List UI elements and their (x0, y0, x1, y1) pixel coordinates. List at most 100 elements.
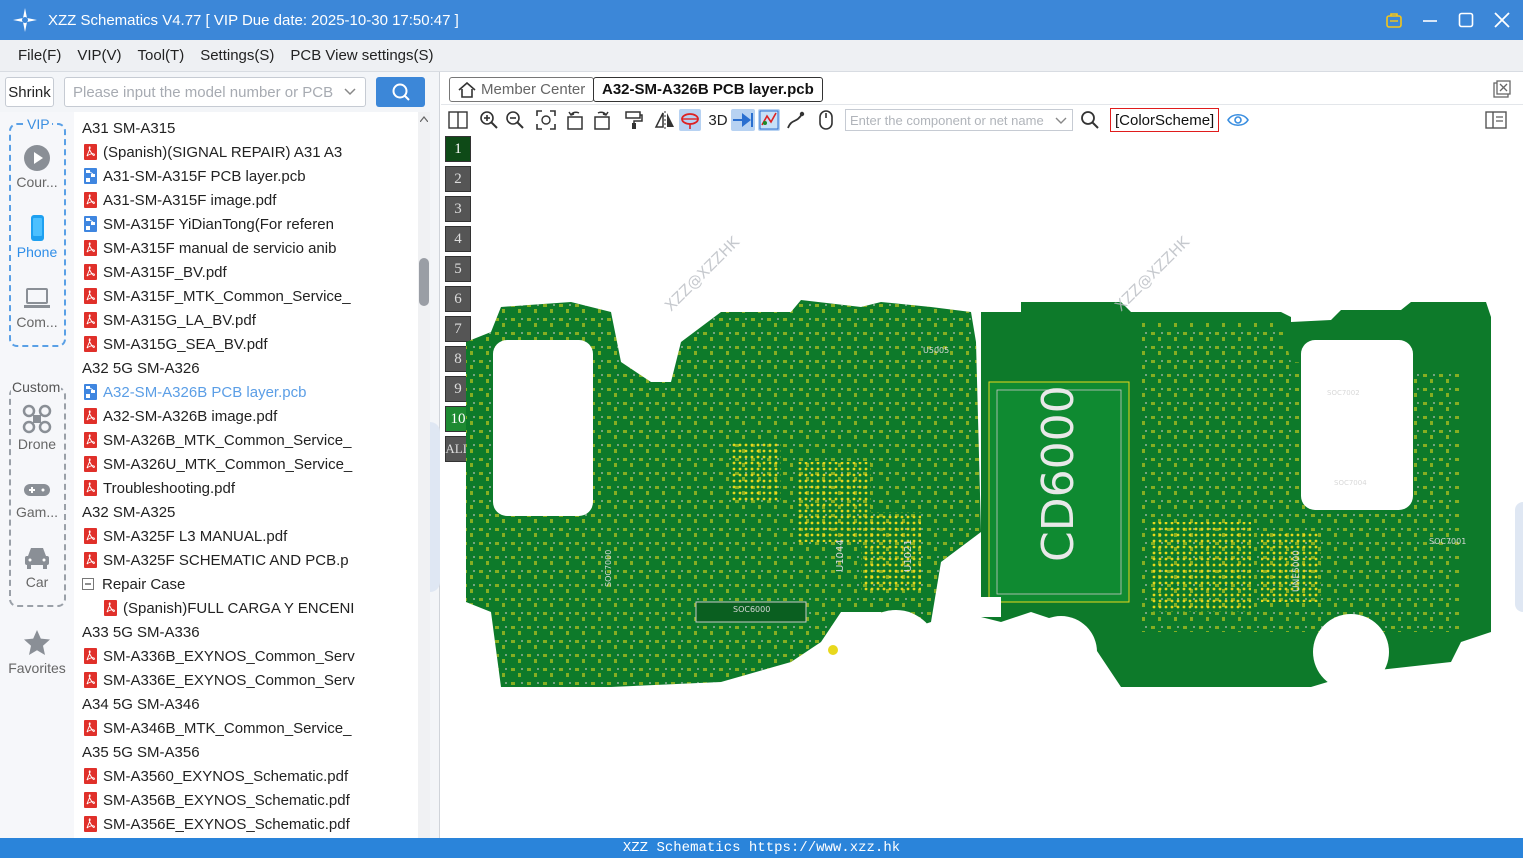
pdf-file-icon (84, 432, 97, 448)
pcb-shield-label: CD6000 (1033, 385, 1084, 562)
collapse-toggle-icon[interactable] (82, 578, 94, 590)
tree-file[interactable]: SM-A346B_MTK_Common_Service_ (84, 716, 418, 740)
panel-collapse-handle[interactable] (430, 422, 440, 592)
zoom-out-icon[interactable] (504, 109, 526, 131)
split-view-icon[interactable] (447, 109, 469, 131)
gamepad-icon (24, 484, 50, 496)
tree-item-label: (Spanish)(SIGNAL REPAIR) A31 A3 (103, 143, 343, 161)
rotate-right-icon[interactable] (591, 109, 613, 131)
tree-file[interactable]: SM-A326B_MTK_Common_Service_ (84, 428, 418, 452)
vip-bag-icon[interactable] (1383, 9, 1405, 31)
shrink-button[interactable]: Shrink (5, 77, 54, 107)
nav-car[interactable]: Car (0, 544, 74, 590)
net-highlight-icon[interactable] (758, 109, 780, 131)
pcb-board-canvas[interactable]: CD6000 SOC7000 SOC6000 U1021 U1044 SOC70… (461, 232, 1501, 702)
tree-item-label: A32 SM-A325 (82, 503, 176, 521)
pdf-file-icon (84, 408, 97, 424)
tree-file[interactable]: A32-SM-A326B PCB layer.pcb (84, 380, 418, 404)
tree-file[interactable]: SM-A315F manual de servicio anib (84, 236, 418, 260)
file-tree: A31 SM-A315 (Spanish)(SIGNAL REPAIR) A31 … (74, 112, 418, 838)
nav-computer[interactable]: Com... (0, 284, 74, 330)
chevron-down-icon[interactable] (343, 84, 357, 98)
menu-settings[interactable]: Settings(S) (192, 47, 282, 64)
tree-item-label: Troubleshooting.pdf (103, 479, 236, 497)
tree-folder[interactable]: A34 5G SM-A346 (74, 692, 402, 716)
menu-file[interactable]: File(F) (10, 47, 69, 64)
tree-file[interactable]: SM-A315F YiDianTong(For referen (84, 212, 418, 236)
tree-file[interactable]: A32-SM-A326B image.pdf (84, 404, 418, 428)
close-button[interactable] (1491, 9, 1513, 31)
tree-file[interactable]: A31-SM-A315F PCB layer.pcb (84, 164, 418, 188)
menu-vip[interactable]: VIP(V) (69, 47, 129, 64)
nav-phone[interactable]: Phone (0, 214, 74, 260)
status-bar: XZZ Schematics https://www.xzz.hk (0, 838, 1523, 858)
pdf-file-icon (84, 240, 97, 256)
nav-courses[interactable]: Cour... (0, 144, 74, 190)
color-scheme-button[interactable]: [ColorScheme] (1110, 108, 1220, 132)
close-all-tabs-icon[interactable] (1493, 80, 1511, 98)
tree-file[interactable]: SM-A336B_EXYNOS_Common_Serv (84, 644, 418, 668)
pdf-file-icon (84, 456, 97, 472)
layer-button-2[interactable]: 2 (445, 166, 471, 192)
phone-icon (31, 215, 44, 241)
menu-pcb-view-settings[interactable]: PCB View settings(S) (282, 47, 441, 64)
tree-file[interactable]: SM-A315F_BV.pdf (84, 260, 418, 284)
tree-file[interactable]: A31-SM-A315F image.pdf (84, 188, 418, 212)
paint-brush-icon[interactable] (623, 109, 645, 131)
tree-file[interactable]: SM-A315G_LA_BV.pdf (84, 308, 418, 332)
zoom-in-icon[interactable] (478, 109, 500, 131)
tree-file[interactable]: SM-A325F SCHEMATIC AND PCB.p (84, 548, 418, 572)
model-search-input[interactable]: Please input the model number or PCB (64, 77, 366, 107)
nav-drone[interactable]: Drone (0, 404, 74, 452)
nav-favorites[interactable]: Favorites (0, 628, 74, 676)
scroll-up-icon[interactable] (420, 116, 428, 122)
tree-folder[interactable]: A32 5G SM-A326 (74, 356, 402, 380)
search-button[interactable] (376, 77, 425, 107)
mirror-icon[interactable] (654, 109, 676, 131)
toggle-3d-button[interactable]: 3D (705, 109, 731, 131)
trace-icon[interactable] (785, 109, 807, 131)
minimize-button[interactable] (1419, 9, 1441, 31)
tree-file[interactable]: SM-A356E_EXYNOS_Schematic.pdf (84, 812, 418, 836)
tree-file[interactable]: SM-A315G_SEA_BV.pdf (84, 332, 418, 356)
right-panel-handle[interactable] (1515, 502, 1523, 612)
side-panel-toggle-icon[interactable] (1485, 109, 1507, 131)
pdf-file-icon (84, 648, 97, 664)
probe-icon[interactable] (679, 109, 701, 131)
chevron-down-icon[interactable] (1054, 113, 1068, 127)
tree-folder[interactable]: Repair Case (82, 572, 418, 596)
arrow-highlight-icon[interactable] (731, 109, 755, 131)
fit-view-icon[interactable] (535, 109, 557, 131)
layer-button-1[interactable]: 1 (445, 136, 471, 162)
tree-scrollbar[interactable] (418, 112, 430, 838)
tree-file[interactable]: SM-A3560_EXYNOS_Schematic.pdf (84, 764, 418, 788)
tree-file[interactable]: Troubleshooting.pdf (84, 476, 418, 500)
layer-button-3[interactable]: 3 (445, 196, 471, 222)
eye-icon[interactable] (1227, 109, 1249, 131)
laptop-icon (24, 288, 50, 308)
tree-file[interactable]: (Spanish)(SIGNAL REPAIR) A31 A3 (84, 140, 418, 164)
tree-file[interactable]: (Spanish)FULL CARGA Y ENCENI (104, 596, 418, 620)
tree-folder[interactable]: A32 SM-A325 (74, 500, 402, 524)
tab-member-center[interactable]: Member Center (449, 77, 595, 102)
pdf-file-icon (84, 264, 97, 280)
component-search-input[interactable]: Enter the component or net name (845, 109, 1073, 131)
tree-file[interactable]: SM-A356B_EXYNOS_Schematic.pdf (84, 788, 418, 812)
scroll-thumb[interactable] (419, 258, 429, 306)
menu-tool[interactable]: Tool(T) (130, 47, 193, 64)
mouse-icon[interactable] (815, 109, 837, 131)
tree-file[interactable]: SM-A326U_MTK_Common_Service_ (84, 452, 418, 476)
tree-folder[interactable]: A35 5G SM-A356 (74, 740, 402, 764)
maximize-button[interactable] (1455, 9, 1477, 31)
tree-folder[interactable]: A31 SM-A315 (74, 116, 402, 140)
tree-folder[interactable]: A33 5G SM-A336 (74, 620, 402, 644)
tab-pcb-file[interactable]: A32-SM-A326B PCB layer.pcb (593, 77, 823, 102)
tree-file[interactable]: SM-A325F L3 MANUAL.pdf (84, 524, 418, 548)
vip-group-label: VIP (25, 116, 52, 132)
rotate-left-icon[interactable] (564, 109, 586, 131)
component-search-icon[interactable] (1079, 109, 1101, 131)
tree-file[interactable]: SM-A315F_MTK_Common_Service_ (84, 284, 418, 308)
pdf-file-icon (84, 528, 97, 544)
nav-game[interactable]: Gam... (0, 478, 74, 520)
tree-file[interactable]: SM-A336E_EXYNOS_Common_Serv (84, 668, 418, 692)
